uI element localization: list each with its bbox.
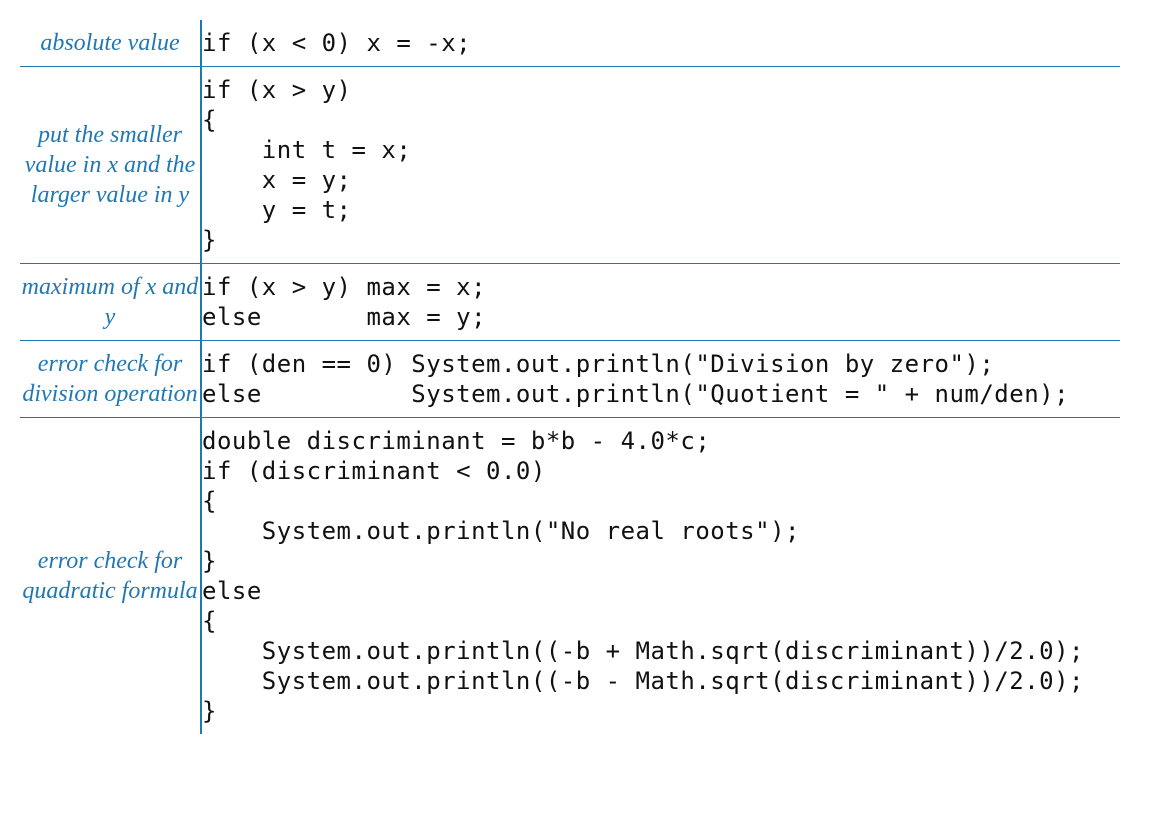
row-label: absolute value bbox=[20, 20, 201, 66]
code-block: if (x > y) { int t = x; x = y; y = t; } bbox=[202, 75, 1120, 255]
code-block: if (den == 0) System.out.println("Divisi… bbox=[202, 349, 1120, 409]
row-label: maximum of x and y bbox=[20, 264, 201, 340]
table-row: maximum of x and y if (x > y) max = x; e… bbox=[20, 264, 1120, 340]
row-code: if (x < 0) x = -x; bbox=[201, 20, 1120, 66]
code-examples-table: absolute value if (x < 0) x = -x; bbox=[20, 20, 1120, 66]
row-code: double discriminant = b*b - 4.0*c; if (d… bbox=[201, 418, 1120, 734]
table-row: error check for division operation if (d… bbox=[20, 341, 1120, 417]
label-text: error check for division operation bbox=[22, 351, 197, 407]
code-block: if (x < 0) x = -x; bbox=[202, 28, 1120, 58]
row-label: error check for quadratic formula bbox=[20, 418, 201, 734]
table-row: error check for quadratic formula double… bbox=[20, 418, 1120, 734]
code-examples-table: error check for division operation if (d… bbox=[20, 341, 1120, 417]
row-code: if (x > y) max = x; else max = y; bbox=[201, 264, 1120, 340]
label-text: error check for quadratic formula bbox=[22, 548, 197, 604]
label-text: absolute value bbox=[40, 30, 179, 56]
table-row: absolute value if (x < 0) x = -x; bbox=[20, 20, 1120, 66]
code-block: double discriminant = b*b - 4.0*c; if (d… bbox=[202, 426, 1120, 726]
label-text: put the smaller value in x and the large… bbox=[25, 122, 196, 208]
row-label: put the smaller value in x and the large… bbox=[20, 67, 201, 263]
code-examples-table: put the smaller value in x and the large… bbox=[20, 67, 1120, 263]
label-text: maximum of x and y bbox=[22, 274, 199, 330]
table-row: put the smaller value in x and the large… bbox=[20, 67, 1120, 263]
row-code: if (den == 0) System.out.println("Divisi… bbox=[201, 341, 1120, 417]
code-block: if (x > y) max = x; else max = y; bbox=[202, 272, 1120, 332]
code-examples-table: maximum of x and y if (x > y) max = x; e… bbox=[20, 264, 1120, 340]
code-examples-table: error check for quadratic formula double… bbox=[20, 418, 1120, 734]
row-label: error check for division operation bbox=[20, 341, 201, 417]
row-code: if (x > y) { int t = x; x = y; y = t; } bbox=[201, 67, 1120, 263]
